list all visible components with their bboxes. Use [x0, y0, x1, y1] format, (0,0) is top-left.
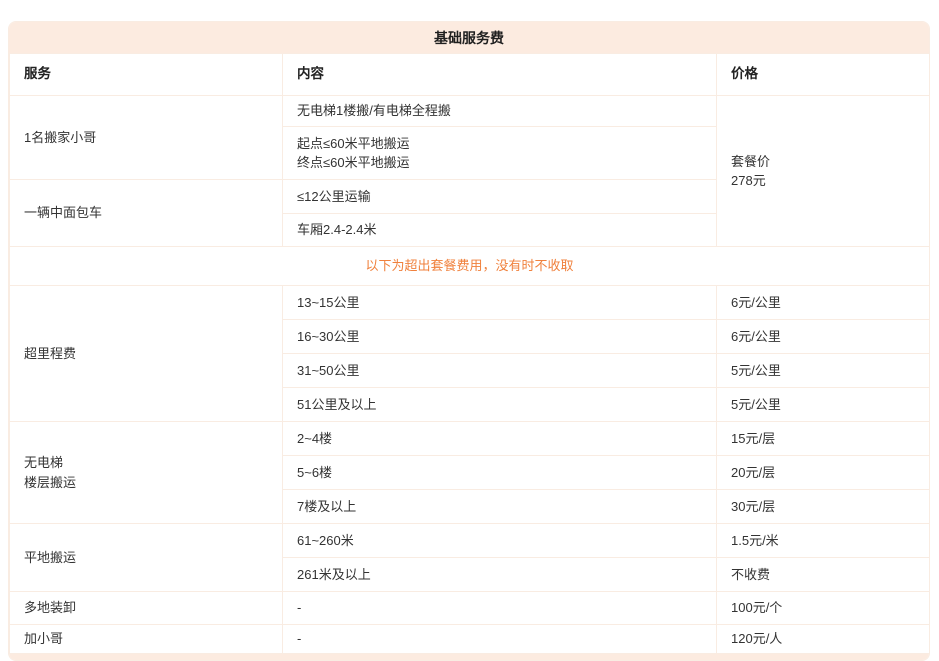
content-cell: 31~50公里: [283, 354, 717, 388]
table-title: 基础服务费: [434, 28, 504, 48]
content-cell: 261米及以上: [283, 558, 717, 592]
price-cell: 1.5元/米: [717, 524, 930, 558]
service-cell-movers: 1名搬家小哥: [10, 96, 283, 180]
notice-row: 以下为超出套餐费用，没有时不收取: [10, 247, 930, 286]
content-cell: 51公里及以上: [283, 388, 717, 422]
table-row: 1名搬家小哥 无电梯1楼搬/有电梯全程搬 套餐价 278元: [10, 96, 930, 127]
col-header-service: 服务: [10, 54, 283, 96]
price-cell: 6元/公里: [717, 286, 930, 320]
content-cell: 61~260米: [283, 524, 717, 558]
content-cell: 13~15公里: [283, 286, 717, 320]
price-cell: 15元/层: [717, 422, 930, 456]
content-cell: 5~6楼: [283, 456, 717, 490]
pricing-table: 基础服务费 服务 内容 价格 1名搬家小哥 无电梯1楼搬/有电梯全程搬 套餐价 …: [8, 21, 930, 661]
column-header-row: 服务 内容 价格: [10, 54, 930, 96]
content-cell: -: [283, 625, 717, 654]
price-cell: 30元/层: [717, 490, 930, 524]
content-cell: ≤12公里运输: [283, 180, 717, 214]
content-cell: 车厢2.4-2.4米: [283, 214, 717, 247]
service-cell-van: 一辆中面包车: [10, 180, 283, 247]
table-row: 多地装卸 - 100元/个: [10, 592, 930, 625]
col-header-price: 价格: [717, 54, 930, 96]
table-row: 以下为超出套餐费用，没有时不收取: [10, 247, 930, 286]
price-cell: 5元/公里: [717, 354, 930, 388]
content-cell: 2~4楼: [283, 422, 717, 456]
col-header-content: 内容: [283, 54, 717, 96]
content-cell: 起点≤60米平地搬运 终点≤60米平地搬运: [283, 127, 717, 180]
price-cell: 6元/公里: [717, 320, 930, 354]
table-title-bar: 基础服务费: [9, 22, 929, 53]
price-cell: 100元/个: [717, 592, 930, 625]
service-cell-flat-ground: 平地搬运: [10, 524, 283, 592]
table-row: 加小哥 - 120元/人: [10, 625, 930, 654]
table-row: 无电梯 楼层搬运 2~4楼 15元/层: [10, 422, 930, 456]
price-cell: 5元/公里: [717, 388, 930, 422]
service-cell-extra-helper: 加小哥: [10, 625, 283, 654]
content-cell: 16~30公里: [283, 320, 717, 354]
package-price-cell: 套餐价 278元: [717, 96, 930, 247]
service-cell-multi-location: 多地装卸: [10, 592, 283, 625]
content-cell: 7楼及以上: [283, 490, 717, 524]
service-cell-excess-mileage: 超里程费: [10, 286, 283, 422]
pricing-table-grid: 服务 内容 价格 1名搬家小哥 无电梯1楼搬/有电梯全程搬 套餐价 278元 起…: [9, 53, 930, 654]
price-cell: 120元/人: [717, 625, 930, 654]
price-cell: 20元/层: [717, 456, 930, 490]
content-cell: -: [283, 592, 717, 625]
table-row: 超里程费 13~15公里 6元/公里: [10, 286, 930, 320]
price-cell: 不收费: [717, 558, 930, 592]
table-row: 平地搬运 61~260米 1.5元/米: [10, 524, 930, 558]
service-cell-no-elevator: 无电梯 楼层搬运: [10, 422, 283, 524]
content-cell: 无电梯1楼搬/有电梯全程搬: [283, 96, 717, 127]
